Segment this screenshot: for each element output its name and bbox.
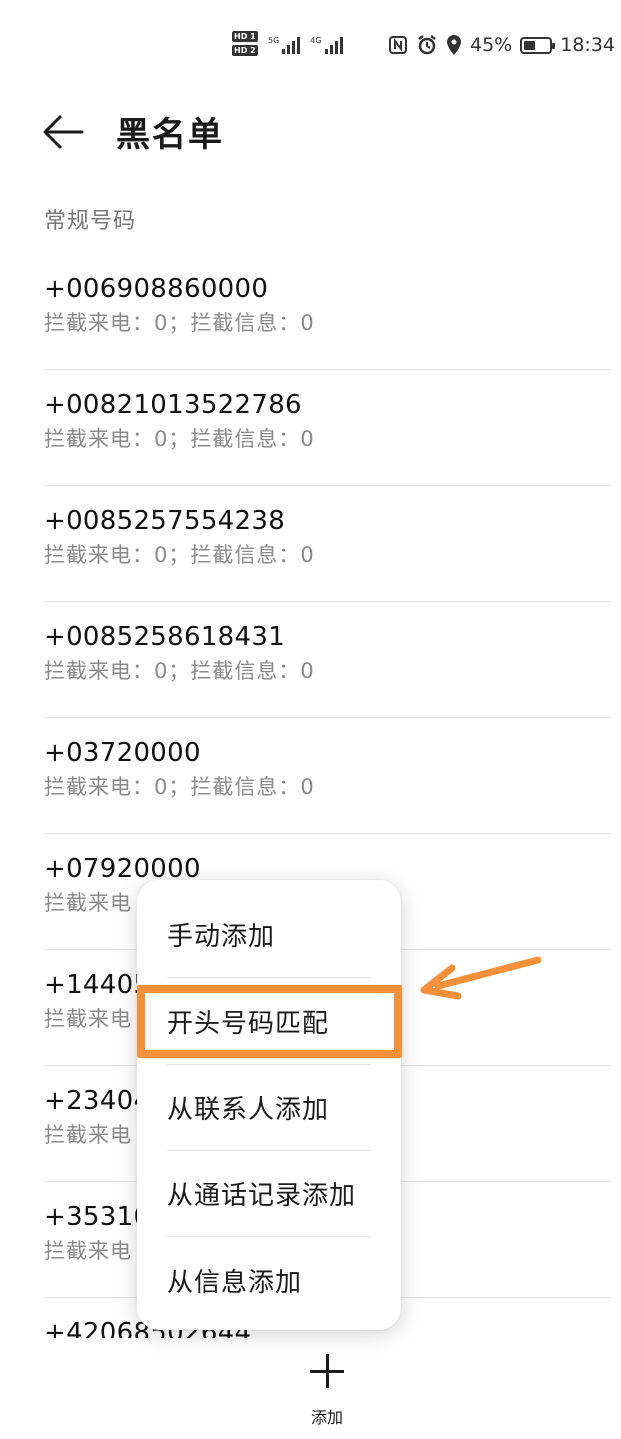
menu-item-5[interactable]: 从信息添加 [167,1237,371,1324]
block-stats: 拦截来电：0；拦截信息：0 [44,775,315,799]
menu-item-1[interactable]: 手动添加 [167,891,371,978]
add-button[interactable]: 添加 [290,1352,364,1432]
add-menu: 手动添加 开头号码匹配 从联系人添加 从通话记录添加 从信息添加 [137,880,401,1330]
block-stats: 拦截来电：0；拦截信息：0 [44,543,315,567]
highlight-box [137,985,402,1058]
menu-item-label: 从信息添加 [167,1268,303,1298]
annotation-arrow-icon [420,956,542,1000]
menu-item-label: 手动添加 [167,922,276,952]
add-button-label: 添加 [310,1408,343,1427]
section-label: 常规号码 [44,209,137,234]
blocked-number: +03720000 [44,738,201,768]
menu-item-3[interactable]: 从联系人添加 [167,1064,371,1151]
block-stats: 拦截来电：0；拦截信息：0 [44,427,315,451]
plus-icon [308,1352,346,1390]
block-stats: 拦截来电：0；拦截信息：0 [44,659,315,683]
blocklist-item[interactable]: +00821013522786 拦截来电：0；拦截信息：0 [44,370,611,486]
menu-item-label: 从通话记录添加 [167,1181,357,1211]
blocklist-item[interactable]: +03720000 拦截来电：0；拦截信息：0 [44,718,611,834]
blocklist-item[interactable]: +0085258618431 拦截来电：0；拦截信息：0 [44,602,611,718]
blocklist-item[interactable]: +0085257554238 拦截来电：0；拦截信息：0 [44,486,611,602]
block-stats: 拦截来电：0；拦截信息：0 [44,311,315,335]
blocked-number: +00821013522786 [44,390,302,420]
blocked-number: +0085257554238 [44,506,286,536]
blocklist-item[interactable]: +006908860000 拦截来电：0；拦截信息：0 [44,254,611,370]
blocked-number: +006908860000 [44,274,269,304]
menu-item-4[interactable]: 从通话记录添加 [167,1150,371,1237]
blocked-number: +0085258618431 [44,622,286,652]
menu-item-label: 从联系人添加 [167,1095,330,1125]
